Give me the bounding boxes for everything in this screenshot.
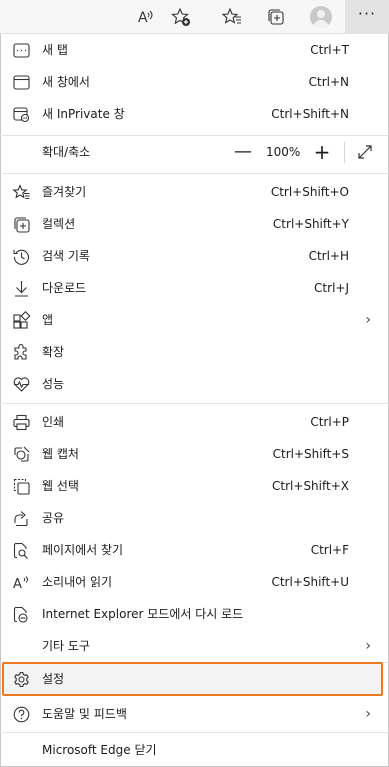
- menu-label: 설정: [42, 672, 65, 686]
- menu-item-downloads[interactable]: 다운로드 Ctrl+J: [0, 272, 389, 304]
- menu-divider: [0, 732, 389, 733]
- new-tab-icon: [13, 42, 30, 59]
- menu-shortcut: Ctrl+J: [314, 281, 349, 295]
- menu-label: 새 창에서: [42, 75, 90, 89]
- history-icon: [13, 248, 30, 265]
- menu-label: 기타 도구: [42, 639, 90, 653]
- menu-item-more-tools[interactable]: 기타 도구 ›: [0, 630, 389, 662]
- new-window-icon: [13, 74, 30, 91]
- chevron-right-icon: ›: [365, 638, 371, 654]
- menu-item-settings[interactable]: 설정: [0, 663, 389, 695]
- menu-item-collections[interactable]: 컬렉션 Ctrl+Shift+Y: [0, 208, 389, 240]
- web-capture-icon: [13, 446, 30, 463]
- favorites-icon: [12, 184, 30, 201]
- apps-icon: [13, 310, 31, 329]
- menu-item-close-edge[interactable]: Microsoft Edge 닫기: [0, 734, 389, 766]
- menu-divider: [0, 403, 389, 404]
- menu-item-extensions[interactable]: 확장: [0, 336, 389, 368]
- zoom-in-button[interactable]: +: [312, 136, 332, 168]
- menu-label: 페이지에서 찾기: [42, 543, 124, 557]
- menu-item-share[interactable]: 공유: [0, 502, 389, 534]
- menu-label: 다운로드: [42, 281, 87, 295]
- menu-label: 즐겨찾기: [42, 185, 87, 199]
- printer-icon: [13, 414, 30, 431]
- menu-item-help[interactable]: 도움말 및 피드백 ›: [0, 698, 389, 730]
- menu-label: 소리내어 읽기: [42, 575, 113, 589]
- menu-shortcut: Ctrl+H: [308, 249, 349, 263]
- zoom-separator: [344, 142, 345, 163]
- svg-text:A: A: [138, 10, 148, 26]
- collections-icon[interactable]: [259, 0, 293, 33]
- menu-item-print[interactable]: 인쇄 Ctrl+P: [0, 406, 389, 438]
- menu-shortcut: Ctrl+Shift+S: [272, 447, 349, 461]
- ie-mode-icon: [13, 606, 30, 623]
- menu-label: 컬렉션: [42, 217, 76, 231]
- menu-label: 웹 선택: [42, 479, 79, 493]
- menu-item-read-aloud[interactable]: A 소리내어 읽기 Ctrl+Shift+U: [0, 566, 389, 598]
- menu-shortcut: Ctrl+T: [310, 43, 349, 57]
- menu-shortcut: Ctrl+Shift+O: [270, 185, 349, 199]
- menu-item-apps[interactable]: 앱 ›: [0, 304, 389, 336]
- browser-toolbar: A ···: [0, 0, 389, 34]
- menu-item-zoom: 확대/축소 — 100% +: [0, 136, 389, 168]
- menu-item-find-on-page[interactable]: 페이지에서 찾기 Ctrl+F: [0, 534, 389, 566]
- web-select-icon: [13, 478, 30, 495]
- menu-label: 성능: [42, 377, 65, 391]
- svg-text:A: A: [13, 577, 22, 592]
- read-aloud-icon[interactable]: A: [128, 0, 162, 33]
- menu-item-new-window[interactable]: 새 창에서 Ctrl+N: [0, 66, 389, 98]
- menu-shortcut: Ctrl+Shift+N: [271, 107, 349, 121]
- menu-item-performance[interactable]: 성능: [0, 368, 389, 400]
- menu-label: 확장: [42, 345, 65, 359]
- menu-label: 앱: [42, 313, 54, 327]
- read-aloud-icon: A: [13, 574, 30, 592]
- menu-shortcut: Ctrl+N: [308, 75, 349, 89]
- menu-label: 인쇄: [42, 415, 65, 429]
- menu-item-favorites[interactable]: 즐겨찾기 Ctrl+Shift+O: [0, 176, 389, 208]
- menu-label: 도움말 및 피드백: [42, 707, 127, 721]
- menu-divider: [0, 173, 389, 174]
- collections-icon: [13, 216, 30, 233]
- inprivate-icon: [13, 106, 30, 123]
- menu-item-web-select[interactable]: 웹 선택 Ctrl+Shift+X: [0, 470, 389, 502]
- menu-label: Microsoft Edge 닫기: [42, 743, 157, 757]
- favorites-icon[interactable]: [215, 0, 249, 33]
- profile-avatar[interactable]: [304, 0, 338, 33]
- zoom-label: 확대/축소: [42, 145, 91, 159]
- share-icon: [13, 510, 30, 527]
- menu-label: 공유: [42, 511, 65, 525]
- menu-shortcut: Ctrl+P: [310, 415, 349, 429]
- download-icon: [13, 280, 30, 297]
- menu-item-web-capture[interactable]: 웹 캡처 Ctrl+Shift+S: [0, 438, 389, 470]
- menu-shortcut: Ctrl+Shift+X: [272, 479, 349, 493]
- menu-item-new-tab[interactable]: 새 탭 Ctrl+T: [0, 34, 389, 66]
- menu-item-history[interactable]: 검색 기록 Ctrl+H: [0, 240, 389, 272]
- menu-shortcut: Ctrl+Shift+U: [271, 575, 349, 589]
- menu-label: 웹 캡처: [42, 447, 79, 461]
- heartbeat-icon: [13, 376, 30, 393]
- chevron-right-icon: ›: [365, 312, 371, 328]
- menu-label: 새 탭: [42, 43, 68, 57]
- chevron-right-icon: ›: [365, 706, 371, 722]
- gear-icon: [13, 671, 30, 688]
- extensions-icon: [13, 343, 30, 361]
- menu-item-new-inprivate[interactable]: 새 InPrivate 창 Ctrl+Shift+N: [0, 98, 389, 130]
- menu-shortcut: Ctrl+F: [310, 543, 349, 557]
- add-favorite-icon[interactable]: [164, 0, 198, 33]
- zoom-level: 100%: [266, 145, 301, 159]
- menu-label: 검색 기록: [42, 249, 90, 263]
- fullscreen-icon[interactable]: [356, 143, 374, 161]
- find-on-page-icon: [13, 542, 30, 559]
- more-icon[interactable]: ···: [345, 0, 389, 33]
- menu-label: Internet Explorer 모드에서 다시 로드: [42, 607, 244, 621]
- menu-item-ie-mode[interactable]: Internet Explorer 모드에서 다시 로드: [0, 598, 389, 630]
- menu-shortcut: Ctrl+Shift+Y: [272, 217, 349, 231]
- help-icon: [13, 706, 30, 723]
- menu-label: 새 InPrivate 창: [42, 107, 125, 121]
- zoom-out-button[interactable]: —: [233, 136, 253, 168]
